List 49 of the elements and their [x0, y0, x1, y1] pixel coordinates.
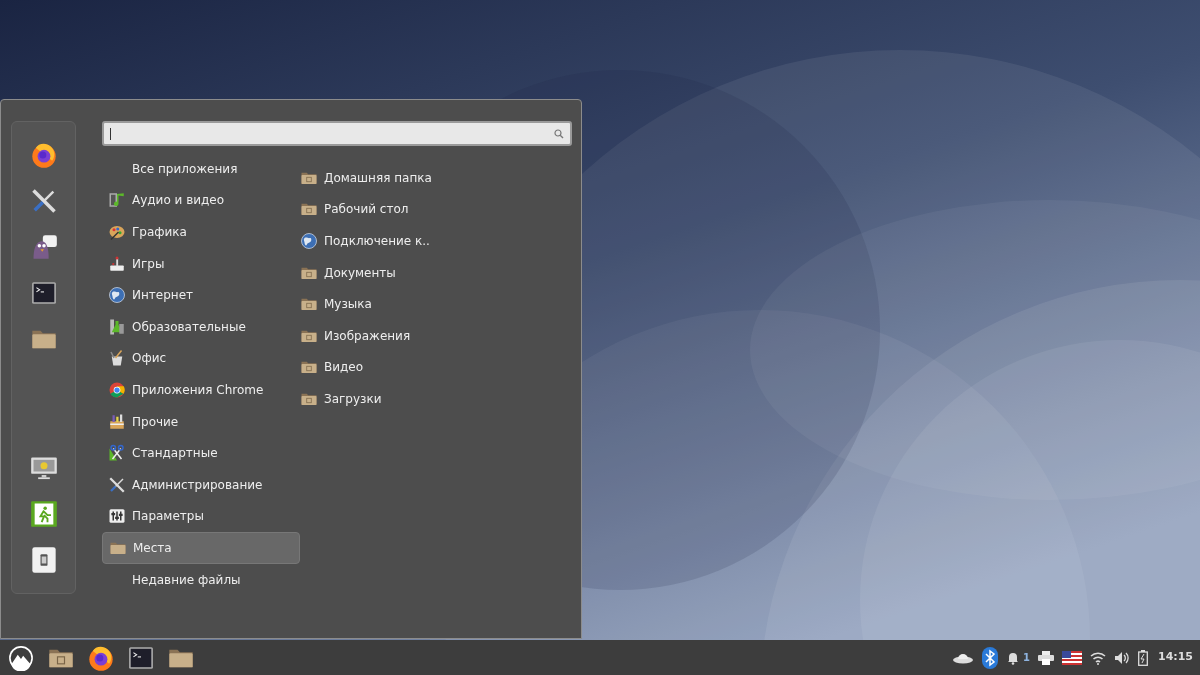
place-item[interactable]: Рабочий стол	[300, 193, 432, 226]
scissors-icon	[108, 444, 126, 463]
sliders-icon	[108, 507, 126, 526]
exit-sign-icon[interactable]	[29, 500, 58, 528]
category-item[interactable]: Образовательные	[102, 310, 300, 343]
firefox-icon[interactable]	[29, 141, 58, 169]
place-item[interactable]: Видео	[300, 351, 432, 384]
category-item[interactable]: Недавние файлы	[102, 563, 300, 596]
category-item[interactable]: Приложения Chrome	[102, 374, 300, 406]
place-item[interactable]: Музыка	[300, 288, 432, 320]
category-item[interactable]: Графика	[102, 216, 300, 248]
place-item[interactable]: Изображения	[300, 319, 432, 352]
terminal-icon[interactable]	[30, 280, 57, 306]
flag-icon[interactable]	[1062, 650, 1082, 665]
place-item[interactable]: Подключение к..	[300, 225, 432, 257]
globe-icon	[108, 286, 126, 305]
power-switch-icon[interactable]	[29, 546, 58, 574]
globe-icon	[300, 232, 318, 250]
printer-icon[interactable]	[1038, 650, 1054, 665]
chrome-icon	[108, 380, 126, 399]
category-item[interactable]: Прочие	[102, 405, 300, 438]
category-item[interactable]: Игры	[102, 247, 300, 280]
category-item[interactable]: Офис	[102, 342, 300, 375]
battery-icon[interactable]	[1138, 649, 1148, 666]
notification-button[interactable]: 1	[1006, 650, 1030, 665]
bluetooth-icon[interactable]	[982, 646, 998, 669]
place-item[interactable]: Документы	[300, 256, 432, 289]
place-item[interactable]: Загрузки	[300, 383, 432, 415]
category-item[interactable]: Все приложения	[102, 153, 300, 185]
category-item[interactable]: Стандартные	[102, 437, 300, 469]
category-item[interactable]: Интернет	[102, 279, 300, 311]
search-field[interactable]	[102, 121, 572, 146]
joystick-icon	[108, 254, 126, 273]
wifi-icon[interactable]	[1090, 650, 1106, 665]
tools-icon[interactable]	[29, 187, 58, 215]
clock[interactable]: 14:15	[1158, 649, 1193, 666]
bell-icon	[1006, 650, 1020, 665]
category-item[interactable]: Параметры	[102, 500, 300, 533]
search-icon	[554, 128, 564, 139]
box-icon	[108, 412, 126, 431]
place-item[interactable]: Домашняя папка	[300, 162, 432, 194]
category-item[interactable]: Аудио и видео	[102, 184, 300, 217]
film-music-icon	[108, 191, 126, 210]
category-item[interactable]: Администрирование	[102, 468, 300, 501]
flask-icon	[108, 317, 126, 336]
tools-icon	[108, 475, 126, 494]
volume-icon[interactable]	[1114, 650, 1130, 665]
category-item[interactable]: Места	[102, 532, 300, 564]
palette-icon	[108, 223, 126, 241]
